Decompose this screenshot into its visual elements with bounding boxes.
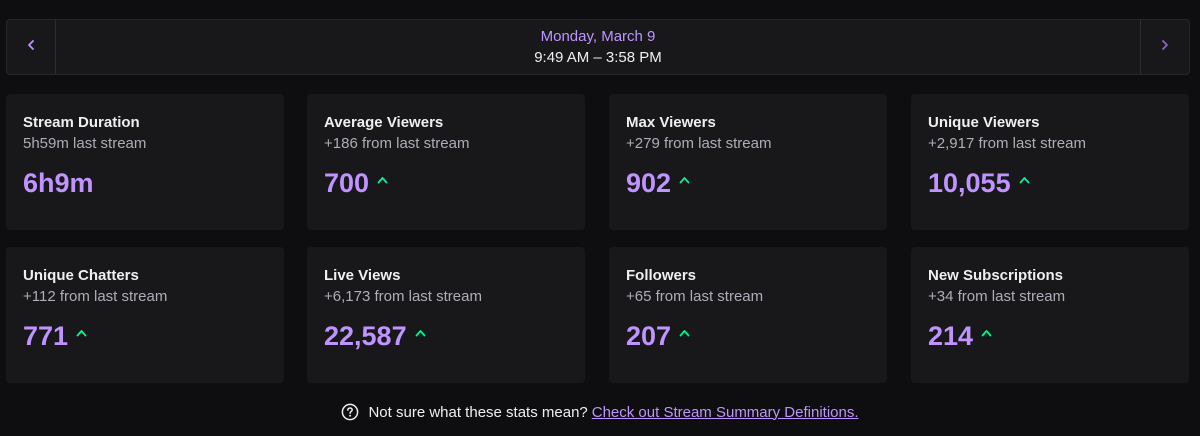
stat-title: New Subscriptions bbox=[928, 267, 1064, 284]
date-navigation-bar: Monday, March 9 9:49 AM – 3:58 PM bbox=[6, 19, 1190, 75]
stat-card-new-subscriptions: New Subscriptions +34 from last stream 2… bbox=[911, 247, 1189, 383]
stat-comparison: +186 from last stream bbox=[324, 135, 470, 152]
stat-card-max-viewers: Max Viewers +279 from last stream 902 bbox=[609, 94, 887, 230]
stat-title: Unique Viewers bbox=[928, 114, 1040, 131]
stat-value: 6h9m bbox=[23, 168, 94, 198]
stat-comparison: +112 from last stream bbox=[23, 288, 168, 305]
help-question-text: Not sure what these stats mean? bbox=[368, 403, 588, 421]
chevron-right-icon bbox=[1159, 38, 1171, 56]
stream-date: Monday, March 9 bbox=[540, 27, 656, 45]
stream-time-range: 9:49 AM – 3:58 PM bbox=[534, 48, 662, 66]
stats-help-footer: Not sure what these stats mean? Check ou… bbox=[0, 400, 1200, 424]
stream-summary-page: Monday, March 9 9:49 AM – 3:58 PM Stream… bbox=[0, 0, 1200, 436]
stat-card-unique-viewers: Unique Viewers +2,917 from last stream 1… bbox=[911, 94, 1189, 230]
stat-value: 10,055 bbox=[928, 168, 1011, 198]
previous-stream-button[interactable] bbox=[7, 20, 56, 74]
chevron-up-icon bbox=[415, 329, 426, 337]
stat-card-followers: Followers +65 from last stream 207 bbox=[609, 247, 887, 383]
chevron-up-icon bbox=[981, 329, 992, 337]
stat-comparison: +6,173 from last stream bbox=[324, 288, 482, 305]
question-circle-icon bbox=[341, 403, 359, 421]
stat-comparison: +65 from last stream bbox=[626, 288, 764, 305]
stat-value: 902 bbox=[626, 168, 672, 198]
stat-title: Average Viewers bbox=[324, 114, 444, 131]
stat-title: Stream Duration bbox=[23, 114, 140, 131]
stat-value: 771 bbox=[23, 321, 69, 351]
chevron-up-icon bbox=[679, 329, 690, 337]
stat-title: Live Views bbox=[324, 267, 401, 284]
chevron-left-icon bbox=[25, 38, 37, 56]
stat-card-live-views: Live Views +6,173 from last stream 22,58… bbox=[307, 247, 585, 383]
stat-card-average-viewers: Average Viewers +186 from last stream 70… bbox=[307, 94, 585, 230]
chevron-up-icon bbox=[1019, 176, 1030, 184]
stream-summary-definitions-link[interactable]: Check out Stream Summary Definitions. bbox=[592, 404, 859, 421]
stat-title: Max Viewers bbox=[626, 114, 716, 131]
stat-value: 207 bbox=[626, 321, 672, 351]
chevron-up-icon bbox=[76, 329, 87, 337]
stat-comparison: +34 from last stream bbox=[928, 288, 1066, 305]
chevron-up-icon bbox=[377, 176, 388, 184]
stat-comparison: +2,917 from last stream bbox=[928, 135, 1086, 152]
next-stream-button[interactable] bbox=[1140, 20, 1189, 74]
stat-value: 700 bbox=[324, 168, 370, 198]
stat-title: Unique Chatters bbox=[23, 267, 139, 284]
stat-value: 22,587 bbox=[324, 321, 407, 351]
stat-value: 214 bbox=[928, 321, 974, 351]
stream-date-display: Monday, March 9 9:49 AM – 3:58 PM bbox=[55, 20, 1141, 74]
stat-card-stream-duration: Stream Duration 5h59m last stream 6h9m bbox=[6, 94, 284, 230]
stat-comparison: 5h59m last stream bbox=[23, 135, 147, 152]
stat-comparison: +279 from last stream bbox=[626, 135, 772, 152]
stat-title: Followers bbox=[626, 267, 697, 284]
stat-card-unique-chatters: Unique Chatters +112 from last stream 77… bbox=[6, 247, 284, 383]
chevron-up-icon bbox=[679, 176, 690, 184]
